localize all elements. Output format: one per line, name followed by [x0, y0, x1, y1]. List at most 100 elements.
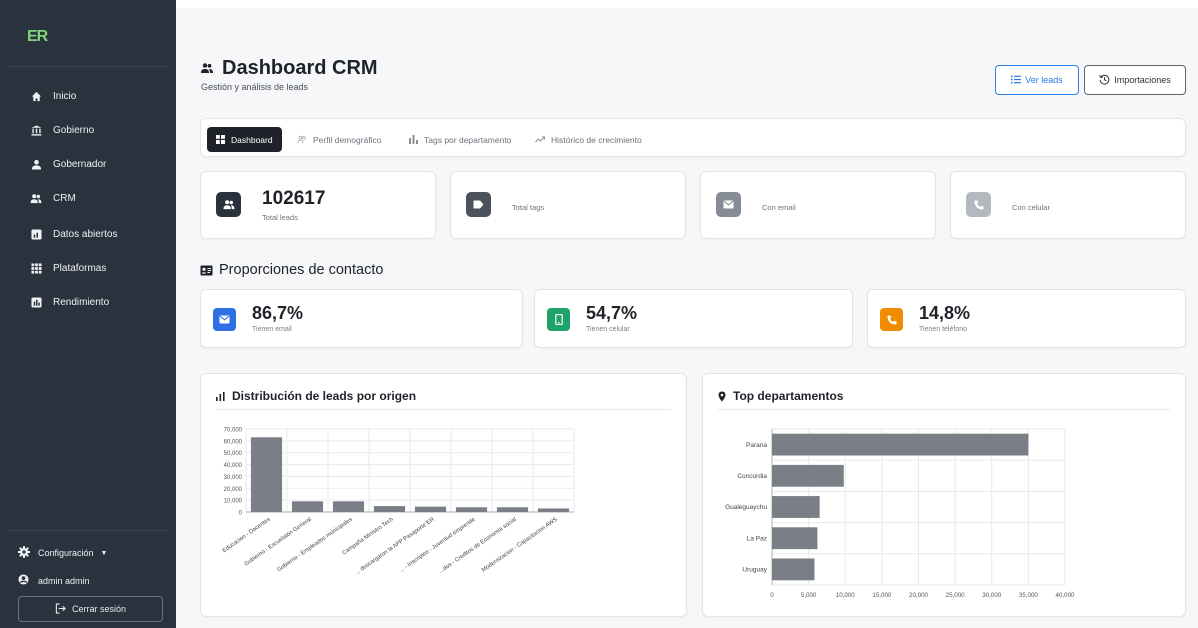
sidebar-item-gobernador[interactable]: Gobernador [30, 154, 106, 174]
y-tick-label: 40,000 [224, 463, 243, 469]
sidebar-item-label: Gobernador [53, 158, 107, 170]
home-icon [30, 90, 42, 102]
user-profile[interactable]: admin admin [18, 574, 90, 587]
page-title: Dashboard CRM [200, 57, 378, 80]
x-tick-label: 40,000 [1056, 592, 1075, 599]
tab-tags-departamento[interactable]: Tags por departamento [409, 127, 511, 152]
y-tick-label: Parana [746, 442, 767, 449]
y-tick-label: 30,000 [224, 475, 243, 481]
app-logo[interactable]: ER [27, 28, 48, 46]
bar [772, 558, 815, 581]
y-tick-label: 60,000 [224, 439, 243, 445]
sidebar-item-inicio[interactable]: Inicio [30, 86, 76, 106]
tab-dashboard[interactable]: Dashboard [207, 127, 282, 152]
tab-historico-crecimiento[interactable]: Histórico de crecimiento [535, 127, 642, 152]
chart-card-departamentos: Top departamentos 0 5,000 10,000 15,000 20,0… [702, 373, 1186, 617]
y-tick-label: Gualeguaychu [725, 504, 767, 511]
chart-icon [30, 296, 42, 308]
x-tick-label: Gobierno - Escuelatón General [244, 517, 313, 568]
caret-down-icon: ▼ [100, 549, 108, 557]
person-icon [30, 158, 42, 170]
dashboard-icon [216, 135, 225, 144]
users-icon [200, 57, 214, 80]
bar [414, 506, 447, 512]
chart-card-origen: Distribución de leads por origen 70,000 6… [200, 373, 687, 617]
grid-icon [30, 262, 42, 274]
section-title-text: Proporciones de contacto [219, 262, 384, 278]
imports-label: Importaciones [1114, 75, 1171, 85]
y-tick-label: La Paz [747, 535, 767, 542]
logout-icon [55, 602, 66, 616]
bar-chart-icon [409, 135, 418, 144]
prop-label: Tienen teléfono [919, 326, 967, 333]
view-leads-button[interactable]: Ver leads [995, 65, 1079, 95]
section-title: Proporciones de contacto [200, 262, 383, 278]
trend-icon [535, 136, 545, 143]
users-icon [297, 135, 307, 144]
y-tick-label: 50,000 [224, 451, 243, 457]
x-tick-label: Modernizacion - Capacitacion AWS [481, 517, 559, 574]
bar [772, 464, 844, 487]
phone-icon [966, 192, 991, 217]
prop-card-telefono: 14,8% Tienen teléfono [867, 289, 1186, 348]
x-tick-label: 10,000 [836, 592, 855, 599]
stat-card-total-tags: Total tags [450, 171, 686, 239]
stat-label: Con email [762, 203, 796, 212]
bar [772, 433, 1029, 456]
x-tick-label: 35,000 [1019, 592, 1038, 599]
page-title-text: Dashboard CRM [222, 57, 378, 79]
sidebar-item-label: Plataformas [53, 262, 107, 274]
x-tick-label: 0 [770, 592, 774, 599]
bar [772, 527, 818, 550]
user-name: admin admin [38, 575, 90, 586]
x-tick-label: ... - Inscriptos - Juventud emprende [399, 517, 477, 574]
prop-label: Tienen celular [586, 326, 630, 333]
x-tick-label: Gobierno - Empleados municipales [276, 517, 353, 574]
bar [772, 496, 820, 518]
logout-button[interactable]: Cerrar sesión [18, 596, 163, 622]
x-tick-label: ...dos - Creditos de Economia social [438, 517, 517, 575]
bank-icon [30, 124, 42, 136]
sidebar-item-label: Datos abiertos [53, 228, 118, 240]
bar [291, 501, 324, 512]
bar [496, 507, 529, 512]
sidebar-item-plataformas[interactable]: Plataformas [30, 258, 106, 278]
tab-label: Dashboard [231, 134, 273, 145]
sidebar-item-datos-abiertos[interactable]: Datos abiertos [30, 224, 117, 244]
mobile-icon [547, 308, 570, 331]
config-menu[interactable]: Configuración ▼ [18, 546, 107, 560]
sidebar-item-label: Rendimiento [53, 296, 110, 308]
y-tick-label: 10,000 [224, 499, 243, 505]
tab-label: Histórico de crecimiento [551, 134, 642, 145]
tab-bar: Dashboard Perfil demográfico Tags por de… [200, 118, 1186, 157]
sidebar-item-gobierno[interactable]: Gobierno [30, 120, 94, 140]
stat-label: Total tags [512, 203, 545, 212]
tag-icon [466, 192, 491, 217]
bar [332, 501, 365, 512]
x-tick-label: 20,000 [909, 592, 928, 599]
sidebar: ER Inicio Gobierno Gobernador CRM Datos … [0, 0, 176, 628]
page-subtitle: Gestión y análisis de leads [201, 82, 309, 92]
users-icon [216, 192, 241, 217]
contact-card-icon [200, 265, 213, 276]
stat-value: 102617 [262, 188, 326, 209]
sidebar-item-rendimiento[interactable]: Rendimiento [30, 292, 109, 312]
users-icon [30, 192, 42, 204]
x-tick-label: ... descargaron la APP Pasaporte ER [354, 517, 435, 577]
prop-card-email: 86,7% Tienen email [200, 289, 523, 348]
sidebar-item-crm[interactable]: CRM [30, 188, 76, 208]
imports-button[interactable]: Importaciones [1084, 65, 1186, 95]
config-label: Configuración [38, 548, 94, 558]
prop-value: 54,7% [586, 303, 638, 323]
bar [373, 506, 406, 512]
tab-perfil-demografico[interactable]: Perfil demográfico [297, 127, 382, 152]
y-tick-label: 70,000 [224, 428, 243, 434]
stat-label: Total leads [262, 213, 298, 222]
sidebar-divider [8, 66, 168, 67]
bar [537, 508, 570, 512]
data-icon [30, 228, 42, 240]
prop-card-celular: 54,7% Tienen celular [534, 289, 853, 348]
stat-label: Con celular [1012, 203, 1050, 212]
logout-label: Cerrar sesión [71, 604, 127, 614]
sidebar-item-label: Gobierno [53, 124, 95, 136]
